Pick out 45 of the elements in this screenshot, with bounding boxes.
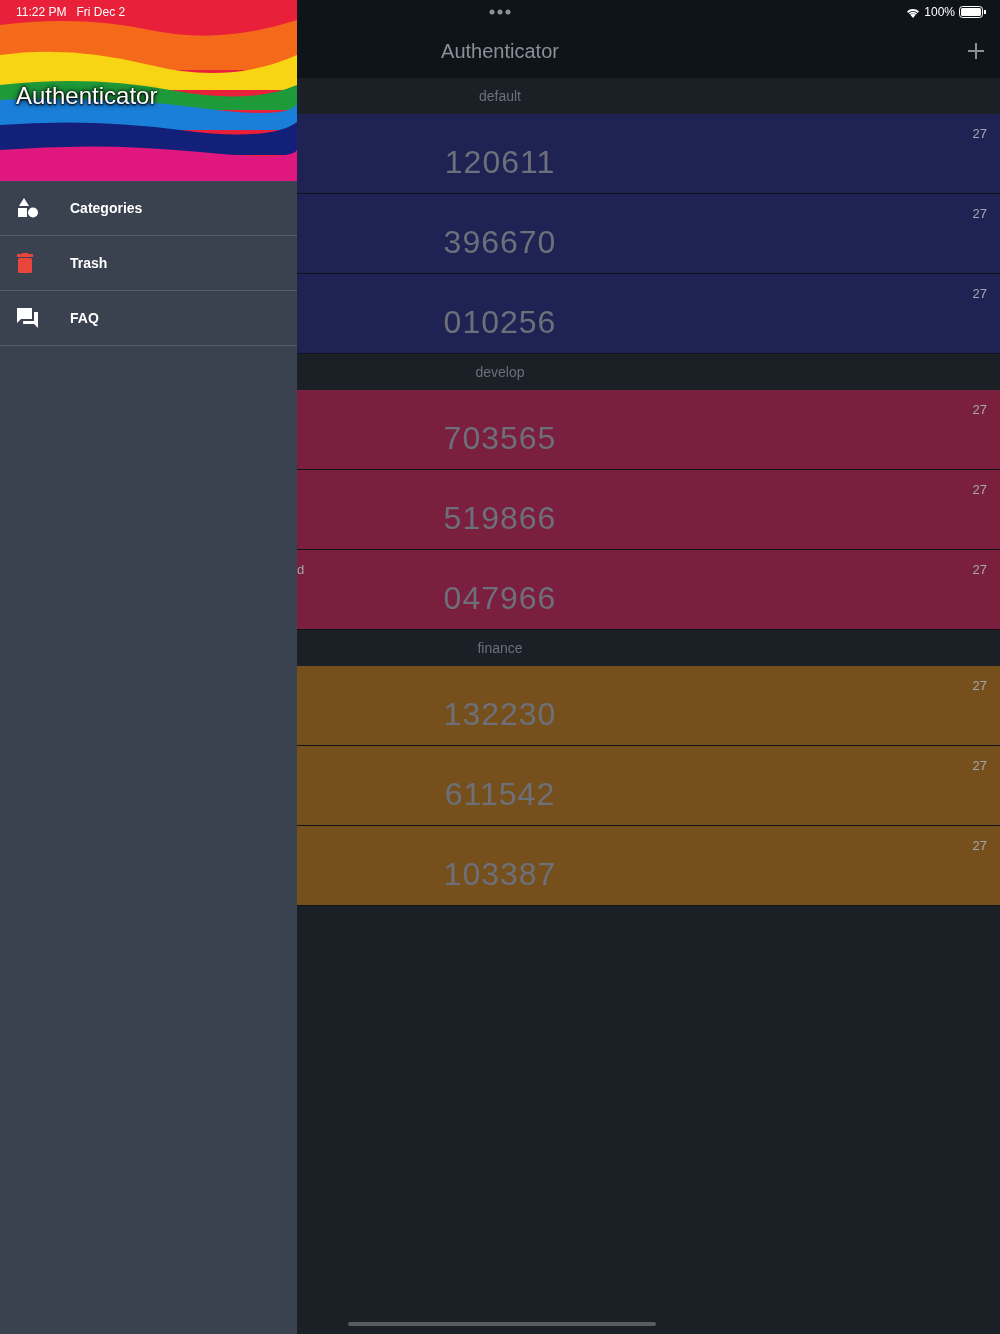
status-time: 11:22 PM [16, 5, 67, 19]
countdown-timer: 27 [972, 402, 987, 417]
drawer-item-label: Trash [70, 255, 108, 271]
more-dots-icon [489, 9, 511, 15]
account-card[interactable]: 396670 27 [297, 194, 1000, 274]
status-date: Fri Dec 2 [76, 5, 126, 19]
category-header: default [478, 88, 521, 104]
otp-code: 047966 [443, 580, 557, 617]
otp-code: 611542 [444, 776, 556, 813]
otp-code: 132230 [443, 696, 557, 733]
otp-code: 120611 [444, 144, 556, 181]
otp-code: 519866 [443, 500, 557, 537]
nav-title: Authenticator [441, 39, 559, 63]
shapes-icon [17, 197, 39, 219]
countdown-timer: 27 [972, 126, 987, 141]
countdown-timer: 27 [972, 758, 987, 773]
otp-code: 703565 [443, 420, 557, 457]
trash-icon [17, 253, 33, 273]
battery-percent: 100% [924, 5, 955, 19]
otp-code: 396670 [443, 224, 557, 261]
drawer-item-label: FAQ [70, 310, 99, 326]
chat-icon [17, 308, 39, 328]
wifi-icon [906, 6, 921, 18]
otp-code: 010256 [443, 304, 557, 341]
countdown-timer: 27 [972, 206, 987, 221]
drawer-item[interactable]: Trash [0, 236, 297, 291]
category-header: develop [475, 364, 525, 380]
countdown-timer: 27 [972, 562, 987, 577]
account-card[interactable]: d 047966 27 [297, 550, 1000, 630]
category-header: finance [477, 640, 523, 656]
otp-code: 103387 [443, 856, 557, 893]
countdown-timer: 27 [972, 838, 987, 853]
drawer-item[interactable]: FAQ [0, 291, 297, 346]
account-card[interactable]: 703565 27 [297, 390, 1000, 470]
account-card[interactable]: 010256 27 [297, 274, 1000, 354]
drawer-item[interactable]: Categories [0, 181, 297, 236]
account-card[interactable]: 519866 27 [297, 470, 1000, 550]
account-label: d [297, 562, 305, 577]
account-card[interactable]: 120611 27 [297, 114, 1000, 194]
countdown-timer: 27 [972, 286, 987, 301]
countdown-timer: 27 [972, 482, 987, 497]
add-button[interactable] [966, 41, 986, 61]
countdown-timer: 27 [972, 678, 987, 693]
drawer-item-label: Categories [70, 200, 143, 216]
battery-icon [959, 6, 986, 18]
